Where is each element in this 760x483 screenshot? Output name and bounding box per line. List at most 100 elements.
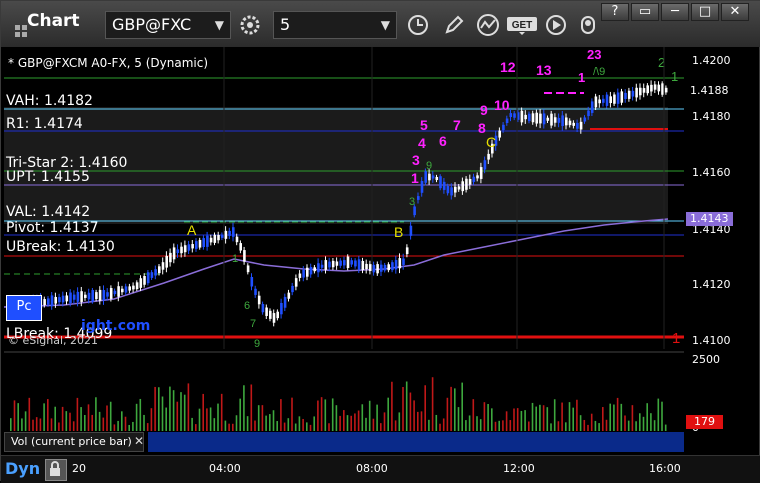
count-label: 10	[494, 97, 510, 113]
candle-body	[557, 117, 561, 123]
volume-bar	[206, 408, 208, 431]
lock-icon[interactable]	[45, 459, 67, 481]
candle-body	[128, 286, 131, 291]
candle-body	[598, 99, 601, 104]
symbol-input[interactable]: GBP@FXC ▼	[105, 11, 231, 39]
candle-body	[479, 167, 483, 179]
studies-button[interactable]	[473, 11, 503, 39]
candle-body	[309, 267, 313, 275]
volume-bar	[476, 416, 478, 431]
volume-bar	[572, 407, 574, 431]
close-icon[interactable]: ✕	[134, 434, 144, 448]
volume-bar	[121, 411, 123, 431]
volume-bar	[306, 422, 308, 431]
volume-bar	[313, 416, 315, 431]
candle-body	[620, 91, 624, 103]
candle-body	[261, 303, 265, 313]
candle-body	[642, 88, 646, 93]
volume-bar	[620, 403, 623, 431]
volume-bar	[98, 411, 101, 431]
candle-body	[391, 262, 394, 271]
candle-body	[183, 245, 187, 253]
candle-body	[420, 180, 424, 193]
candle-body	[269, 310, 272, 319]
draw-button[interactable]	[439, 11, 469, 39]
volume-bar	[24, 411, 27, 431]
candle-body	[161, 262, 165, 270]
volume-study-label[interactable]: Vol (current price bar)	[4, 432, 144, 452]
volume-bar	[505, 411, 508, 431]
volume-bar	[465, 420, 467, 431]
volume-bar	[520, 410, 523, 431]
candle-body	[132, 285, 135, 290]
candle-body	[553, 117, 557, 123]
volume-bar	[372, 418, 375, 431]
volume-bar	[124, 416, 127, 431]
volume-chart[interactable]	[4, 351, 684, 431]
volume-bar	[646, 403, 648, 431]
volume-bar	[180, 392, 182, 431]
volume-bar	[87, 404, 90, 431]
minimize-icon[interactable]: ─	[661, 3, 689, 21]
candle-body	[661, 83, 664, 95]
time-button[interactable]	[403, 11, 433, 39]
candle-body	[176, 249, 180, 254]
settings-button[interactable]	[235, 11, 265, 39]
volume-scroll-strip[interactable]	[148, 432, 684, 452]
close-icon[interactable]: ✕	[721, 3, 749, 21]
time-tick: 16:00	[649, 462, 681, 475]
volume-bar	[54, 406, 56, 431]
candle-body	[368, 264, 372, 272]
volume-bar	[398, 412, 401, 431]
volume-current-tag: 179	[686, 415, 723, 429]
volume-bar	[246, 416, 249, 431]
volume-bar	[553, 399, 556, 431]
dyn-label[interactable]: Dyn	[5, 459, 40, 478]
volume-bar	[531, 402, 534, 431]
candle-body	[180, 246, 183, 254]
volume-bar	[43, 403, 45, 431]
candle-body	[109, 288, 113, 299]
candle-body	[361, 260, 365, 271]
candle-body	[505, 118, 509, 124]
time-tick: 08:00	[356, 462, 388, 475]
chevron-down-icon[interactable]: ▼	[381, 12, 390, 38]
candle-body	[257, 295, 261, 305]
volume-bar	[387, 397, 389, 431]
candle-body	[291, 285, 294, 293]
volume-bar	[594, 420, 597, 431]
candle-body	[61, 295, 65, 303]
candle-body	[635, 87, 638, 98]
price-chart[interactable]: A B C 12 13 23 1 9 10 8 7 6 5 4 3 1 2 1 …	[4, 47, 684, 349]
get-button[interactable]: GET	[505, 11, 539, 39]
candle-body	[583, 117, 587, 122]
toggle-button[interactable]	[573, 11, 603, 39]
count-label: 1	[411, 170, 419, 186]
candle-body	[590, 101, 594, 113]
candle-body	[117, 286, 120, 297]
candle-body	[202, 238, 205, 247]
volume-bar	[461, 382, 463, 431]
volume-bar	[302, 418, 304, 431]
restore-icon[interactable]: ▭	[631, 3, 659, 21]
volume-bar	[158, 387, 160, 431]
candle-body	[457, 186, 461, 190]
volume-bar	[557, 421, 560, 431]
interval-input[interactable]: 5 ▼	[273, 11, 397, 39]
help-button[interactable]: ?	[601, 3, 629, 21]
maximize-icon[interactable]: □	[691, 3, 719, 21]
price-tick: 1.4100	[692, 334, 731, 347]
volume-bar	[35, 417, 38, 431]
play-button[interactable]	[541, 11, 571, 39]
candle-body	[306, 267, 309, 277]
volume-bar	[176, 401, 179, 431]
volume-bar	[191, 417, 193, 431]
volume-bar	[439, 423, 441, 431]
volume-axis: 2500 0 179	[684, 351, 758, 434]
volume-bar	[228, 423, 230, 431]
candle-body	[402, 258, 405, 265]
chevron-down-icon[interactable]: ▼	[215, 12, 224, 38]
price-axis[interactable]: 1.4200 1.4180 1.4160 1.4140 1.4120 1.410…	[684, 47, 758, 349]
candle-body	[98, 289, 102, 301]
candle-body	[550, 113, 553, 126]
